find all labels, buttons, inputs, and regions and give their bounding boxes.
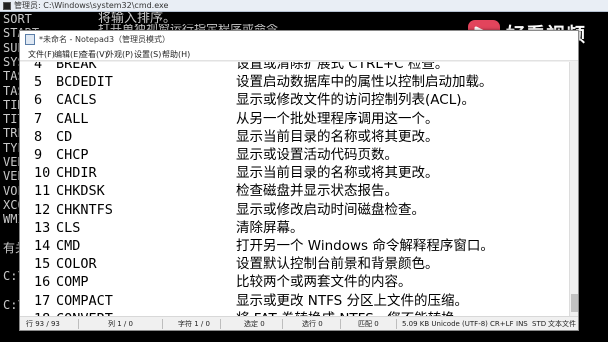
command-description: 显示或修改文件的访问控制列表(ACL)。: [236, 92, 475, 109]
editor-line[interactable]: 9 CHCP 显示或设置活动代码页数。: [20, 146, 569, 164]
command-name: CHCP: [56, 147, 89, 163]
status-separator: [282, 319, 283, 329]
editor-line[interactable]: 16 COMP 比较两个或两套文件的内容。: [20, 273, 569, 291]
status-char: 字符 1 / 0: [178, 320, 210, 328]
status-separator: [162, 319, 163, 329]
menu-file[interactable]: 文件(F): [28, 48, 55, 61]
status-separator: [78, 319, 79, 329]
status-std[interactable]: STD: [532, 317, 546, 331]
status-selected-lines: 选行 0: [302, 320, 323, 328]
notepad-icon: [25, 34, 35, 45]
command-description: 比较两个或两套文件的内容。: [236, 274, 412, 291]
editor-line[interactable]: 6 CACLS 显示或修改文件的访问控制列表(ACL)。: [20, 91, 569, 109]
editor-area[interactable]: 4 BREAK 设置或清除扩展式 CTRL+C 检查。 5 BCDEDIT 设置启动数据库…: [20, 62, 569, 316]
status-mode[interactable]: 文本文件: [548, 317, 576, 331]
command-name: COMPACT: [56, 292, 113, 309]
command-name: CLS: [56, 219, 81, 236]
command-description: 设置或清除扩展式 CTRL+C 检查。: [236, 62, 449, 72]
command-name: COLOR: [56, 256, 97, 273]
command-name: BREAK: [56, 62, 97, 72]
editor-line[interactable]: 15 COLOR 设置默认控制台前景和背景颜色。: [20, 255, 569, 273]
editor-line[interactable]: 12 CHKNTFS 显示或修改启动时间磁盘检查。: [20, 201, 569, 219]
editor-line[interactable]: 7 CALL 从另一个批处理程序调用这一个。: [20, 110, 569, 128]
menu-appearance[interactable]: 外观(P): [106, 48, 133, 61]
menu-help[interactable]: 帮助(H): [162, 48, 190, 61]
command-name: CD: [56, 128, 73, 145]
editor-line[interactable]: 17 COMPACT 显示或更改 NTFS 分区上文件的压缩。: [20, 292, 569, 310]
notepad-title: *未命名 - Notepad3（管理员模式）: [39, 35, 171, 44]
command-name: CALL: [56, 110, 89, 127]
notepad-window: *未命名 - Notepad3（管理员模式） 文件(F) 编辑(E) 查看(V) 外观…: [19, 30, 579, 331]
editor-line[interactable]: 10 CHDIR 显示当前目录的名称或将其更改。: [20, 164, 569, 182]
cmd-icon: [3, 2, 11, 10]
command-description: 从另一个批处理程序调用这一个。: [236, 110, 439, 127]
status-separator: [396, 319, 397, 329]
command-description: 显示或修改启动时间磁盘检查。: [236, 201, 425, 218]
command-name: CACLS: [56, 92, 97, 109]
editor-line[interactable]: 13 CLS 清除屏幕。: [20, 219, 569, 237]
status-selected: 选定 0: [244, 320, 265, 328]
command-description: 打开另一个 Windows 命令解释程序窗口。: [236, 238, 494, 254]
command-name: CHKDSK: [56, 183, 105, 200]
scrollbar-thumb[interactable]: [571, 294, 578, 312]
command-name: CHDIR: [56, 165, 97, 182]
cmd-line: SORT: [3, 12, 32, 26]
status-matches: 匹配 0: [358, 320, 379, 328]
vertical-scrollbar[interactable]: [569, 62, 578, 316]
status-bar: 行 93 / 93 列 1 / 0 字符 1 / 0 选定 0 选行 0 匹配 …: [20, 316, 578, 330]
command-description: 显示或设置活动代码页数。: [236, 147, 398, 163]
status-column: 列 1 / 0: [108, 320, 133, 328]
menu-view[interactable]: 查看(V): [80, 48, 108, 61]
editor-line[interactable]: 5 BCDEDIT 设置启动数据库中的属性以控制启动加载。: [20, 73, 569, 91]
status-eol[interactable]: CR+LF: [490, 317, 514, 331]
command-description: 设置启动数据库中的属性以控制启动加载。: [236, 74, 493, 91]
command-name: BCDEDIT: [56, 74, 113, 91]
command-description: 显示当前目录的名称或将其更改。: [236, 165, 439, 182]
editor-line[interactable]: 14 CMD 打开另一个 Windows 命令解释程序窗口。: [20, 237, 569, 255]
notepad-title-bar[interactable]: *未命名 - Notepad3（管理员模式）: [20, 31, 578, 48]
command-name: CMD: [56, 238, 81, 254]
status-separator: [220, 319, 221, 329]
command-description: 检查磁盘并显示状态报告。: [236, 183, 398, 200]
editor-line[interactable]: 4 BREAK 设置或清除扩展式 CTRL+C 检查。: [20, 62, 569, 73]
menu-settings[interactable]: 设置(S): [134, 48, 161, 61]
command-description: 设置默认控制台前景和背景颜色。: [236, 256, 439, 273]
editor-line[interactable]: 8 CD 显示当前目录的名称或将其更改。: [20, 128, 569, 146]
command-name: CHKNTFS: [56, 201, 113, 218]
status-ins[interactable]: INS: [516, 317, 528, 331]
menu-bar: 文件(F) 编辑(E) 查看(V) 外观(P) 设置(S) 帮助(H): [20, 48, 578, 61]
status-line: 行 93 / 93: [26, 320, 60, 328]
status-separator: [340, 319, 341, 329]
status-size-encoding[interactable]: 5.09 KB Unicode (UTF-8): [402, 317, 488, 331]
command-description: 显示当前目录的名称或将其更改。: [236, 128, 439, 145]
command-description: 清除屏幕。: [236, 219, 304, 236]
editor-line[interactable]: 11 CHKDSK 检查磁盘并显示状态报告。: [20, 182, 569, 200]
menu-edit[interactable]: 编辑(E): [54, 48, 81, 61]
command-description: 显示或更改 NTFS 分区上文件的压缩。: [236, 292, 469, 309]
cmd-title-bar[interactable]: 管理员: C:\Windows\system32\cmd.exe: [0, 0, 608, 12]
command-name: COMP: [56, 274, 89, 291]
